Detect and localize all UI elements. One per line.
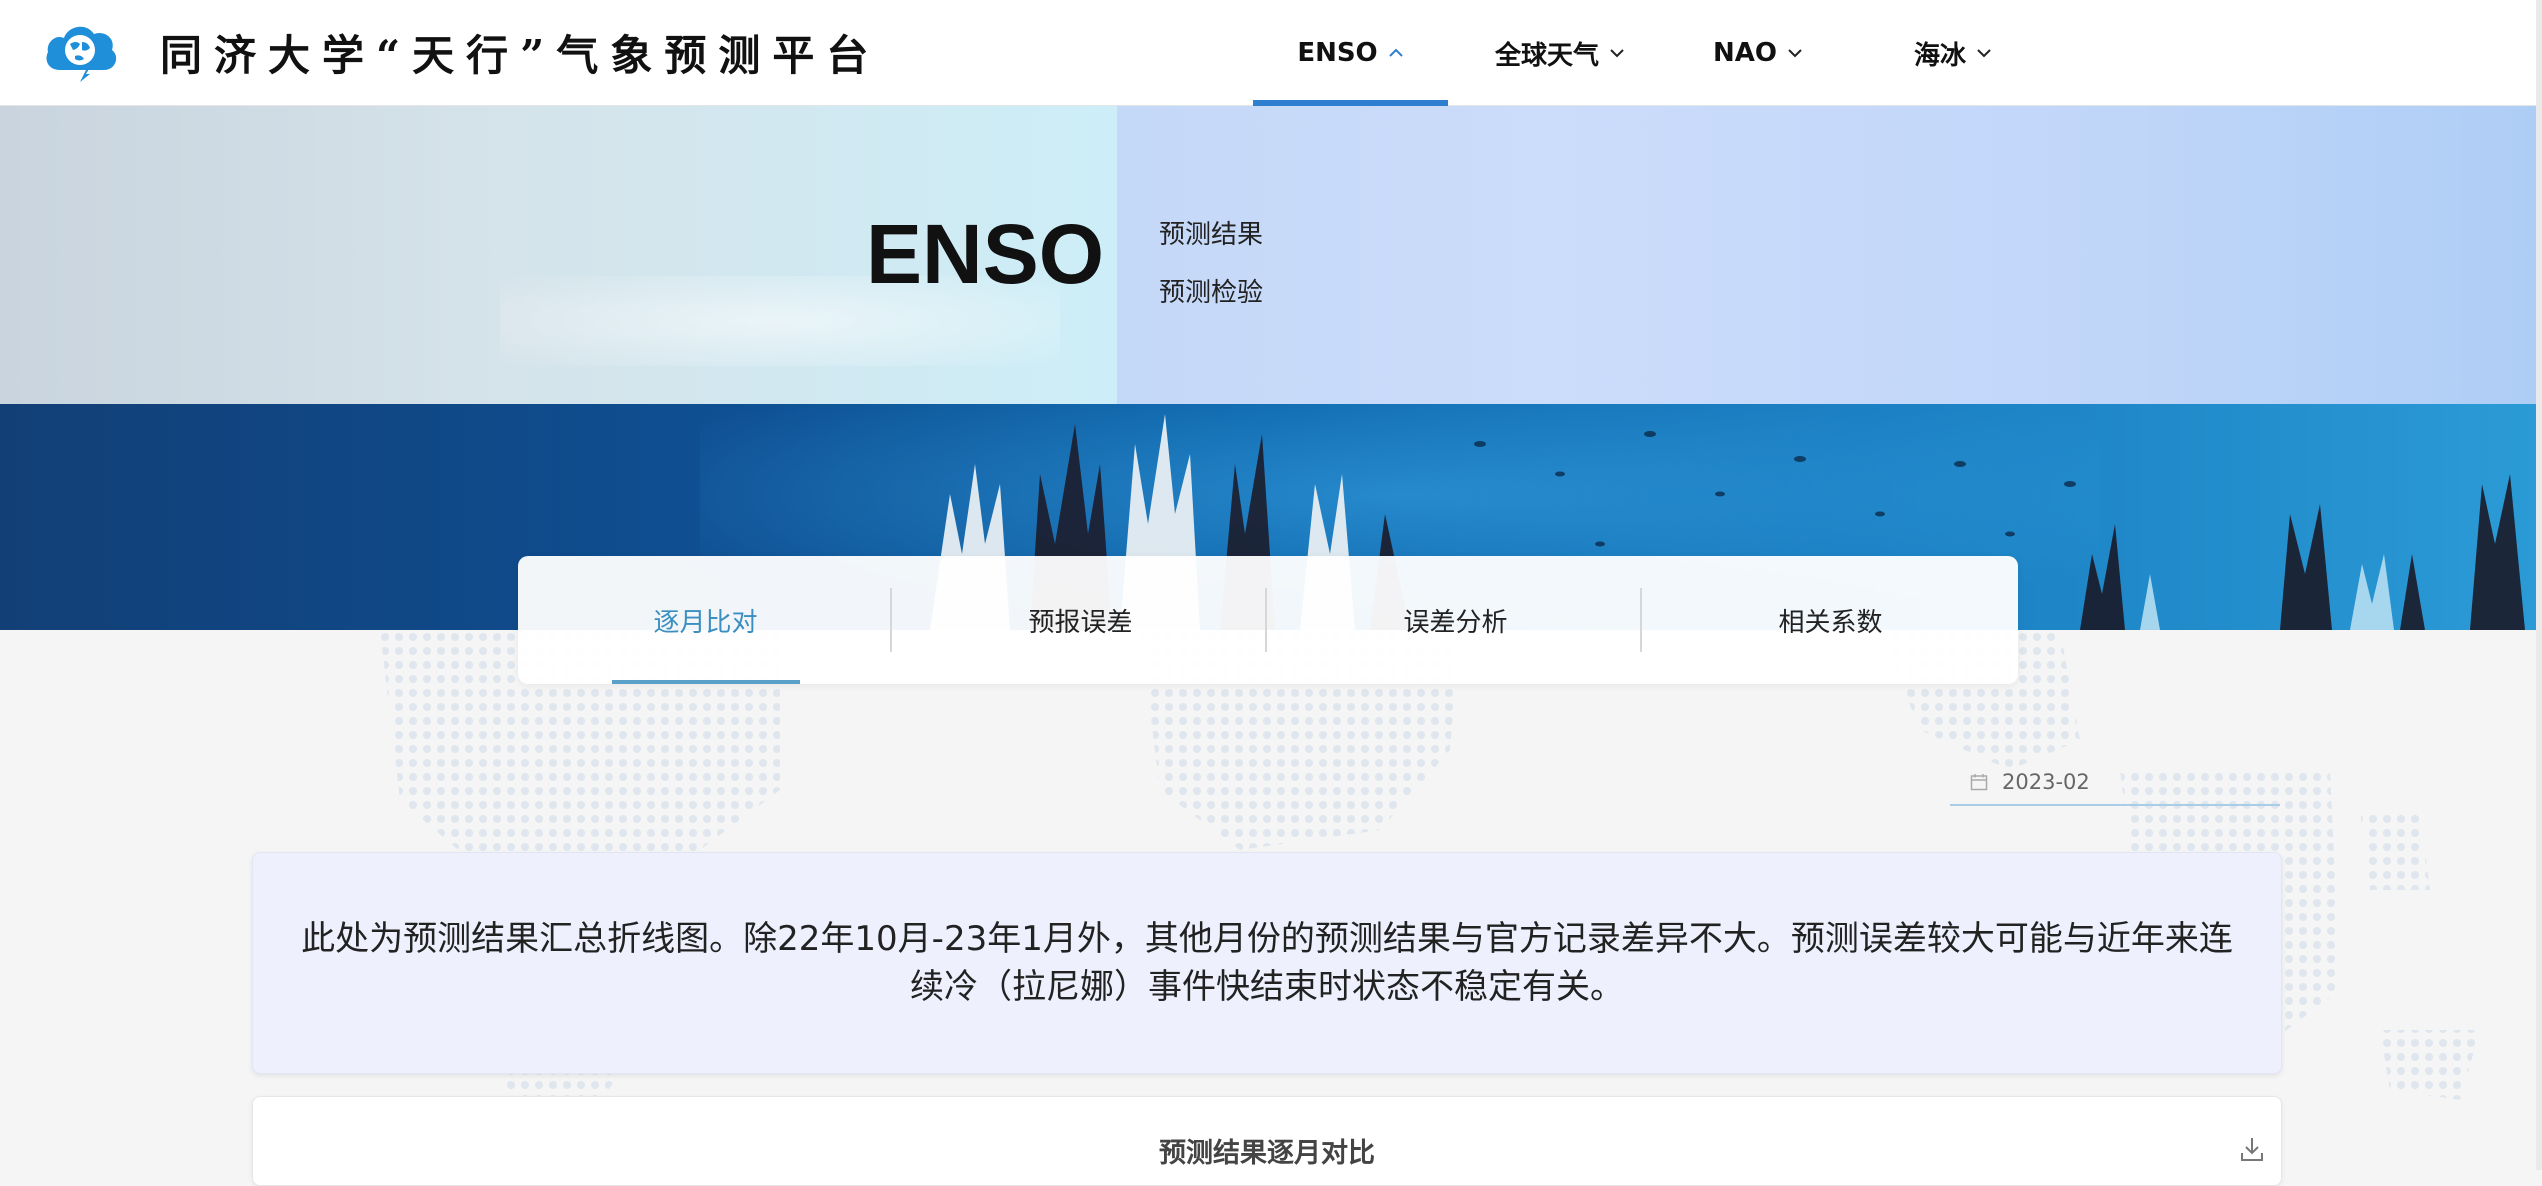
tab-divider	[1640, 588, 1642, 652]
summary-info-box: 此处为预测结果汇总折线图。除22年10月-23年1月外，其他月份的预测结果与官方…	[252, 852, 2282, 1074]
nav-item-label: 海冰	[1913, 40, 1966, 71]
chevron-down-icon	[1977, 49, 1991, 58]
tab-label: 相关系数	[1778, 607, 1883, 638]
tab-label: 预报误差	[1028, 607, 1133, 638]
tab-label: 误差分析	[1403, 607, 1508, 638]
chevron-down-icon	[1788, 49, 1802, 58]
nav-item-global-weather[interactable]: 全球天气	[1465, 0, 1655, 106]
nav-item-nao[interactable]: NAO	[1673, 0, 1843, 106]
tab-divider	[890, 588, 892, 652]
nav-item-sea-ice[interactable]: 海冰	[1873, 0, 2033, 106]
nav-item-label: ENSO	[1297, 38, 1378, 68]
page-scrollbar[interactable]	[2536, 0, 2542, 1170]
hero-link-forecast-results[interactable]: 预测结果	[1159, 206, 1263, 264]
tab-monthly-comparison[interactable]: 逐月比对	[518, 556, 893, 684]
tab-label: 逐月比对	[653, 607, 758, 638]
tab-error-analysis[interactable]: 误差分析	[1268, 556, 1643, 684]
chart-card: 预测结果逐月对比	[252, 1096, 2282, 1186]
hero-banner: ENSO 预测结果 预测检验	[0, 106, 2542, 404]
nav-item-enso[interactable]: ENSO	[1253, 0, 1448, 106]
nav-item-label: 全球天气	[1494, 40, 1599, 71]
chart-title: 预测结果逐月对比	[1159, 1138, 1375, 1169]
page-title: ENSO	[866, 207, 1105, 301]
month-date-picker[interactable]: 2023-02	[1950, 760, 2280, 806]
hero-link-forecast-verification[interactable]: 预测检验	[1159, 264, 1263, 322]
summary-text: 此处为预测结果汇总折线图。除22年10月-23年1月外，其他月份的预测结果与官方…	[301, 919, 2233, 1007]
cloud-globe-icon[interactable]	[42, 18, 120, 86]
download-icon[interactable]	[2239, 1135, 2265, 1163]
nav-item-label: NAO	[1713, 38, 1777, 68]
tab-divider	[1265, 588, 1267, 652]
date-picker-value: 2023-02	[2002, 770, 2090, 794]
hero-right-panel	[1117, 106, 2542, 404]
hero-links: 预测结果 预测检验	[1159, 206, 1263, 322]
top-header: 同济大学“天行”气象预测平台 ENSO 全球天气 NAO 海冰	[0, 0, 2542, 106]
calendar-icon	[1970, 774, 1988, 791]
tab-correlation-coefficient[interactable]: 相关系数	[1643, 556, 2018, 684]
chevron-up-icon	[1388, 48, 1403, 57]
analysis-tabs: 逐月比对 预报误差 误差分析 相关系数	[518, 556, 2018, 684]
brand-title: 同济大学“天行”气象预测平台	[160, 31, 881, 80]
chevron-down-icon	[1610, 49, 1624, 58]
tab-forecast-error[interactable]: 预报误差	[893, 556, 1268, 684]
